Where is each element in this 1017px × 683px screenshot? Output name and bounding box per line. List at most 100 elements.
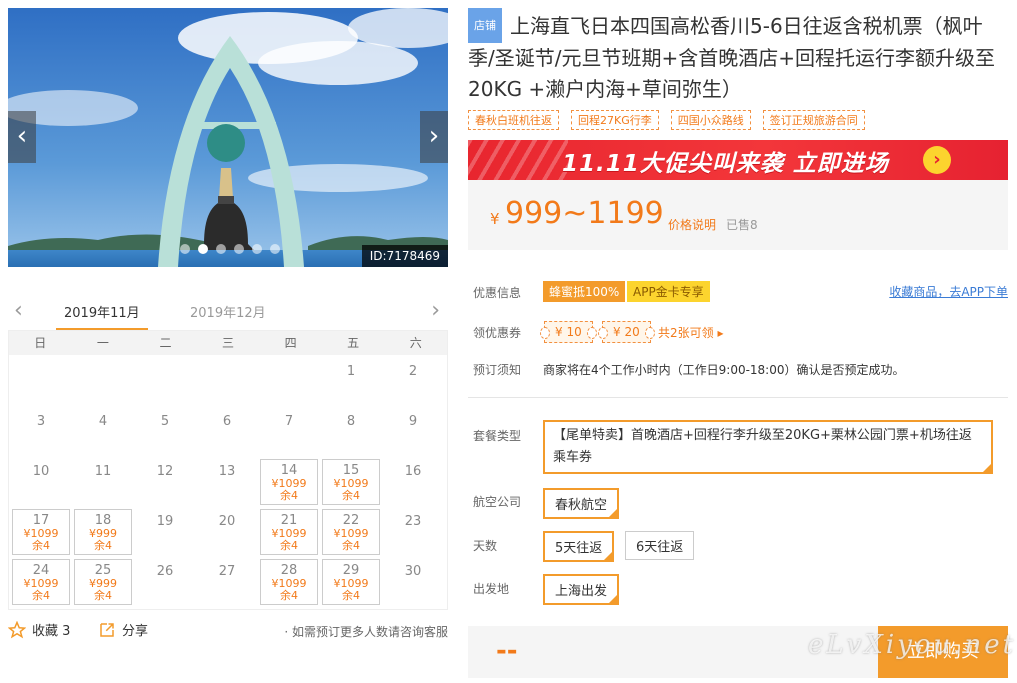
calendar-day-available[interactable]: 15 ¥1099 余4 (322, 459, 380, 505)
product-title-text: 上海直飞日本四国高松香川5-6日往返含税机票（枫叶季/圣诞节/元旦节班期+含首晚… (468, 14, 995, 101)
day-stock: 余4 (280, 489, 298, 502)
gallery-footer: 收藏 3 分享 · 如需预订更多人数请咨询客服 (8, 620, 448, 642)
banner-go-icon: › (923, 146, 951, 174)
favorite-to-app-link[interactable]: 收藏商品，去APP下单 (889, 283, 1008, 300)
calendar-day: 11 (74, 459, 132, 505)
shop-tag[interactable]: 店铺 (468, 8, 502, 43)
gallery-dot[interactable] (198, 244, 208, 254)
departure-option-selected[interactable]: 上海出发 (543, 574, 620, 605)
day-stock: 余4 (342, 489, 360, 502)
watermark: eLvXiyou.net (808, 630, 1017, 660)
calendar-day: 16 (384, 459, 442, 505)
price-currency: ¥ (490, 210, 500, 228)
coupon-10[interactable]: ¥ 10 (540, 321, 597, 343)
calendar-day: 12 (136, 459, 194, 505)
favorite-button[interactable]: 收藏 3 (8, 620, 70, 639)
gallery-dot[interactable] (234, 244, 244, 254)
weekday-header: 六 (409, 336, 422, 350)
gallery-next-button[interactable]: › (420, 111, 448, 163)
weekday-header: 二 (159, 336, 172, 350)
price-explain-link[interactable]: 价格说明 (668, 216, 716, 233)
promo-banner[interactable]: 11.11大促尖叫来袭 立即进场 › (468, 140, 1008, 180)
calendar-day-available[interactable]: 14 ¥1099 余4 (260, 459, 318, 505)
gallery-dots (180, 244, 280, 254)
days-option-5[interactable]: 5天往返 (543, 531, 615, 562)
calendar-prev-icon[interactable]: ‹ (14, 298, 23, 323)
departure-label: 出发地 (473, 582, 510, 596)
gallery-dot[interactable] (252, 244, 262, 254)
calendar-days: 1 2 3 4 5 6 7 8 9 10 11 12 13 14 ¥1099 余4 15 ¥1099 余4 16 17 ¥… (9, 355, 447, 610)
day-number: 3 (36, 414, 46, 429)
day-stock: 余4 (280, 589, 298, 602)
day-number: 8 (346, 414, 356, 429)
contact-note: · 如需预订更多人数请咨询客服 (284, 625, 448, 639)
gallery-dot[interactable] (216, 244, 226, 254)
calendar-day: 30 (384, 559, 442, 605)
days-option-6[interactable]: 6天往返 (625, 531, 695, 560)
day-number: 10 (32, 464, 50, 479)
product-gallery: ‹ › ID:7178469 (8, 8, 448, 267)
share-label: 分享 (122, 624, 149, 639)
calendar-day-available[interactable]: 21 ¥1099 余4 (260, 509, 318, 555)
package-option-selected[interactable]: 【尾单特卖】首晚酒店+回程行李升级至20KG+栗林公园门票+机场往返乘车券 (543, 420, 993, 474)
day-number: 26 (156, 564, 174, 579)
coupon-more-link[interactable]: 共2张可领 ▸ (658, 324, 723, 341)
day-number: 7 (284, 414, 294, 429)
gallery-dot[interactable] (180, 244, 190, 254)
calendar-day-available[interactable]: 24 ¥1099 余4 (12, 559, 70, 605)
share-button[interactable]: 分享 (98, 620, 148, 639)
package-label: 套餐类型 (473, 429, 522, 443)
calendar-day: 1 (322, 359, 380, 405)
calendar-day-available[interactable]: 28 ¥1099 余4 (260, 559, 318, 605)
day-number: 27 (218, 564, 236, 579)
days-label: 天数 (473, 539, 498, 553)
day-stock: 余4 (94, 539, 112, 552)
product-title: 店铺 上海直飞日本四国高松香川5-6日往返含税机票（枫叶季/圣诞节/元旦节班期+含… (468, 8, 1008, 105)
calendar-month-tab-current[interactable]: 2019年11月 (64, 302, 140, 321)
section-divider (468, 397, 1008, 398)
day-number: 1 (346, 364, 356, 379)
coupon-20[interactable]: ¥ 20 (598, 321, 655, 343)
weekday-header: 三 (222, 336, 235, 350)
gallery-dot[interactable] (270, 244, 280, 254)
day-number: 22 (342, 513, 360, 528)
product-tag: 春秋白班机往返 (468, 110, 559, 130)
calendar-day: 4 (74, 409, 132, 455)
day-number: 9 (408, 414, 418, 429)
day-number: 6 (222, 414, 232, 429)
calendar-next-icon[interactable]: › (431, 298, 440, 323)
calendar-day-available[interactable]: 25 ¥999 余4 (74, 559, 132, 605)
day-number: 14 (280, 463, 298, 478)
day-stock: 余4 (342, 589, 360, 602)
star-icon (8, 620, 26, 638)
calendar-day: 8 (322, 409, 380, 455)
calendar-day: 13 (198, 459, 256, 505)
calendar-day-available[interactable]: 18 ¥999 余4 (74, 509, 132, 555)
weekday-header: 一 (96, 336, 109, 350)
day-number: 4 (98, 414, 108, 429)
day-number: 16 (404, 464, 422, 479)
weekday-header: 四 (284, 336, 297, 350)
calendar-day: 2 (384, 359, 442, 405)
day-number: 29 (342, 563, 360, 578)
banner-stripes (468, 140, 568, 180)
day-number: 28 (280, 563, 298, 578)
calendar-month-tab-next[interactable]: 2019年12月 (190, 302, 266, 321)
calendar-day: 20 (198, 509, 256, 555)
calendar-day-available[interactable]: 22 ¥1099 余4 (322, 509, 380, 555)
day-number: 13 (218, 464, 236, 479)
day-stock: 余4 (32, 539, 50, 552)
calendar-day-available[interactable]: 29 ¥1099 余4 (322, 559, 380, 605)
product-id-badge: ID:7178469 (361, 245, 448, 267)
airline-option-selected[interactable]: 春秋航空 (543, 488, 620, 519)
honey-badge: 蜂蜜抵100% (543, 281, 626, 302)
calendar-day-available[interactable]: 17 ¥1099 余4 (12, 509, 70, 555)
calendar-day: 10 (12, 459, 70, 505)
coupon-label: 领优惠券 (473, 326, 522, 340)
sold-count: 已售8 (726, 218, 758, 232)
price-box: ¥ 999~1199 价格说明 已售8 (468, 180, 1008, 250)
gallery-prev-button[interactable]: ‹ (8, 111, 36, 163)
weekday-header: 日 (34, 336, 47, 350)
calendar-weekdays: 日一二三四五六 (9, 331, 447, 355)
gallery-image (8, 8, 448, 267)
